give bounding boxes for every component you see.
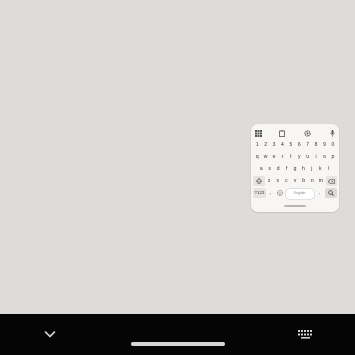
emoji-icon xyxy=(277,190,283,196)
number-key[interactable]: 9 xyxy=(321,140,329,150)
number-key[interactable]: 0 xyxy=(329,140,337,150)
number-key[interactable]: 6 xyxy=(295,140,303,150)
letter-key[interactable]: o xyxy=(321,152,329,162)
shift-icon xyxy=(255,178,262,184)
letter-key[interactable]: j xyxy=(308,164,316,174)
search-key[interactable] xyxy=(324,188,337,198)
letter-key[interactable]: n xyxy=(308,176,316,186)
number-key[interactable]: 2 xyxy=(262,140,270,150)
letter-key[interactable]: b xyxy=(300,176,308,186)
letter-key[interactable]: g xyxy=(291,164,299,174)
number-key[interactable]: 5 xyxy=(287,140,295,150)
letter-key[interactable]: x xyxy=(274,176,282,186)
settings-gear-icon[interactable] xyxy=(302,128,312,138)
backspace-key[interactable] xyxy=(325,176,337,186)
letter-key[interactable]: l xyxy=(325,164,333,174)
letter-key[interactable]: f xyxy=(283,164,291,174)
letter-key[interactable]: u xyxy=(304,152,312,162)
number-key[interactable]: 1 xyxy=(253,140,261,150)
qwerty-row: qwertyuiop xyxy=(253,152,337,162)
letter-key[interactable]: d xyxy=(274,164,282,174)
emoji-key[interactable] xyxy=(275,188,284,198)
keyboard-toolbar xyxy=(251,127,339,139)
back-button[interactable] xyxy=(42,326,58,342)
letter-key[interactable]: a xyxy=(257,164,265,174)
home-row: asdfghjkl xyxy=(253,164,337,174)
letter-key[interactable]: c xyxy=(282,176,290,186)
keyboard-icon xyxy=(298,330,312,339)
number-key[interactable]: 4 xyxy=(279,140,287,150)
letter-key[interactable]: y xyxy=(295,152,303,162)
bottom-letter-row: zxcvbnm xyxy=(253,176,337,186)
clipboard-icon[interactable] xyxy=(277,128,287,138)
letter-key[interactable]: m xyxy=(317,176,325,186)
letter-key[interactable]: v xyxy=(291,176,299,186)
keyboard-drag-handle[interactable] xyxy=(284,205,306,207)
chevron-down-icon xyxy=(44,331,56,338)
space-bar[interactable]: English xyxy=(284,188,315,200)
floating-keyboard[interactable]: 1234567890 qwertyuiop asdfghjkl zxcvbnm … xyxy=(251,124,339,212)
letter-key[interactable]: p xyxy=(329,152,337,162)
letter-key[interactable]: k xyxy=(316,164,324,174)
number-key[interactable]: 8 xyxy=(312,140,320,150)
apps-grid-icon[interactable] xyxy=(253,128,263,138)
shift-key[interactable] xyxy=(253,176,265,186)
symbols-key[interactable]: ?123 xyxy=(253,188,266,198)
search-icon xyxy=(327,190,334,196)
letter-key[interactable]: e xyxy=(270,152,278,162)
letter-key[interactable]: i xyxy=(312,152,320,162)
number-row: 1234567890 xyxy=(253,140,337,150)
letter-key[interactable]: t xyxy=(287,152,295,162)
keyboard-switch-button[interactable] xyxy=(297,327,315,339)
number-key[interactable]: 7 xyxy=(304,140,312,150)
letter-key[interactable]: r xyxy=(279,152,287,162)
period-key[interactable]: . xyxy=(315,188,324,198)
letter-key[interactable]: z xyxy=(265,176,273,186)
letter-key[interactable]: q xyxy=(253,152,261,162)
comma-key[interactable]: , xyxy=(266,188,275,198)
backspace-icon xyxy=(327,178,335,184)
letter-key[interactable]: h xyxy=(299,164,307,174)
letter-key[interactable]: s xyxy=(266,164,274,174)
function-row: ?123 , English . xyxy=(253,188,337,200)
letter-key[interactable]: w xyxy=(262,152,270,162)
home-gesture-pill[interactable] xyxy=(131,342,225,346)
number-key[interactable]: 3 xyxy=(270,140,278,150)
microphone-icon[interactable] xyxy=(327,128,337,138)
